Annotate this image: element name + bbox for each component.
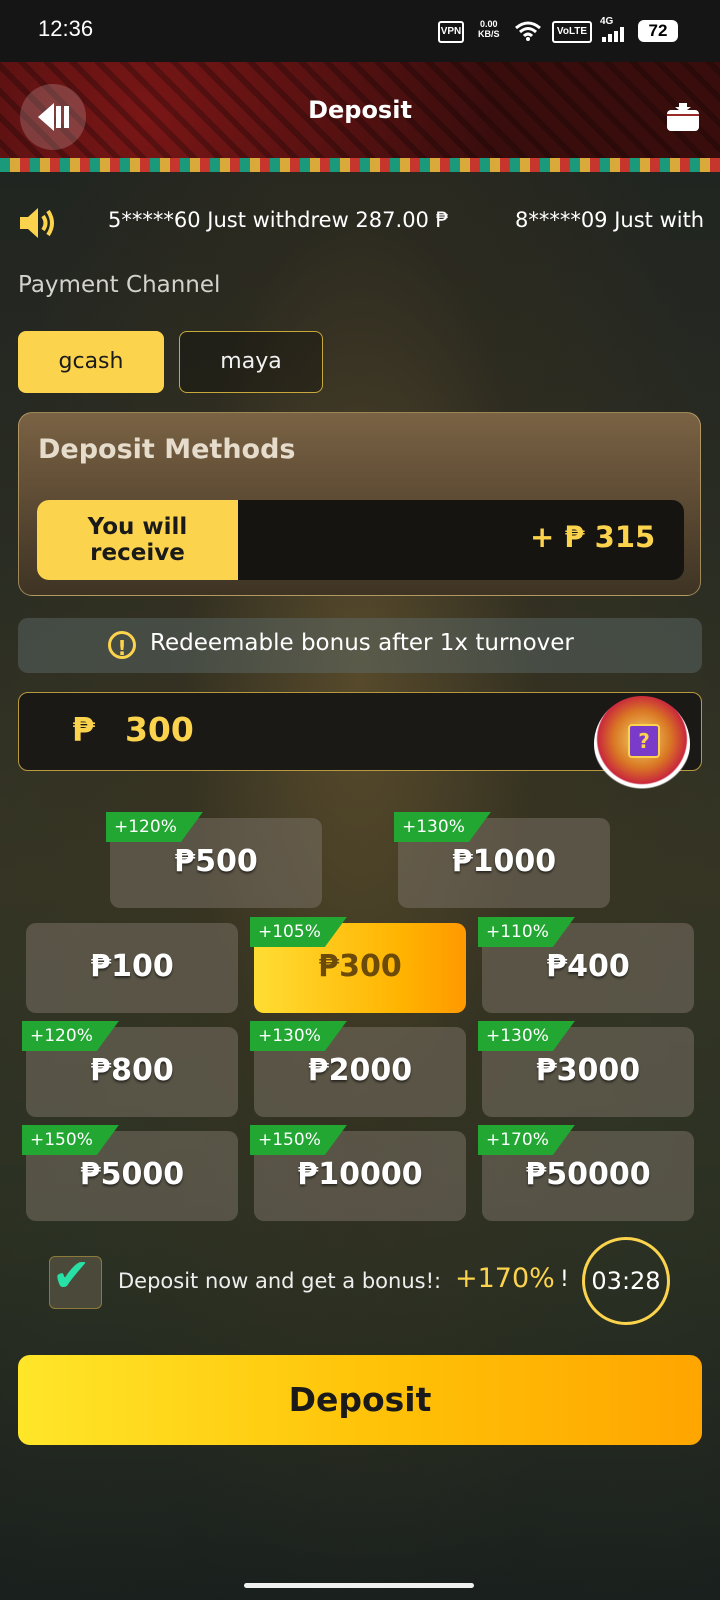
amount-number: 300 bbox=[124, 710, 194, 749]
tile-amount: ₱5000 bbox=[79, 1157, 185, 1192]
amount-tile[interactable]: +120% ₱500 bbox=[110, 818, 322, 908]
tile-bonus-badge: +130% bbox=[250, 1021, 347, 1051]
wifi-icon bbox=[515, 21, 541, 41]
tile-bonus-badge: +150% bbox=[22, 1125, 119, 1155]
ticker-item: 5*****60 Just withdrew 287.00 ₱ bbox=[108, 208, 449, 232]
vpn-indicator: VPN bbox=[438, 21, 464, 43]
tile-amount: ₱100 bbox=[90, 949, 174, 984]
amount-tile[interactable]: +170% ₱50000 bbox=[482, 1131, 694, 1221]
amount-tile[interactable]: +130% ₱2000 bbox=[254, 1027, 466, 1117]
amount-currency: ₱ bbox=[72, 710, 95, 749]
volte-indicator: VoLTE bbox=[552, 21, 592, 43]
speaker-icon bbox=[20, 208, 54, 238]
bonus-percent: +170% bbox=[455, 1263, 555, 1294]
tile-amount: ₱400 bbox=[546, 949, 630, 984]
warning-icon: ! bbox=[108, 631, 136, 660]
battery-indicator: 72 bbox=[638, 20, 678, 42]
tile-bonus-badge: +150% bbox=[250, 1125, 347, 1155]
amount-value[interactable]: ₱ 300 bbox=[72, 710, 194, 749]
channel-maya[interactable]: maya bbox=[179, 331, 323, 393]
tile-amount: ₱300 bbox=[318, 949, 402, 984]
channel-gcash[interactable]: gcash bbox=[18, 331, 164, 393]
back-arrow-icon bbox=[38, 103, 69, 131]
receive-label-line1: You will bbox=[87, 514, 188, 540]
tile-amount: ₱3000 bbox=[535, 1053, 641, 1088]
deposit-button[interactable]: Deposit bbox=[18, 1355, 702, 1445]
tile-bonus-badge: +130% bbox=[394, 812, 491, 842]
amount-tile[interactable]: +120% ₱800 bbox=[26, 1027, 238, 1117]
amount-tile[interactable]: +110% ₱400 bbox=[482, 923, 694, 1013]
home-indicator[interactable] bbox=[244, 1583, 474, 1588]
tile-amount: ₱50000 bbox=[525, 1157, 651, 1192]
receive-label: You will receive bbox=[37, 500, 238, 580]
status-time: 12:36 bbox=[38, 16, 94, 41]
bonus-offer-text: Deposit now and get a bonus!: bbox=[118, 1269, 442, 1293]
header-pattern-stripe bbox=[0, 158, 720, 172]
network-speed-unit: KB/S bbox=[478, 29, 500, 39]
payment-channel-label: Payment Channel bbox=[18, 272, 221, 298]
ticker-item: 8*****09 Just withd bbox=[514, 208, 704, 232]
tile-bonus-badge: +105% bbox=[250, 917, 347, 947]
tile-amount: ₱10000 bbox=[297, 1157, 423, 1192]
tile-amount: ₱1000 bbox=[451, 844, 557, 879]
page-title: Deposit bbox=[308, 96, 412, 124]
amount-tile[interactable]: +150% ₱5000 bbox=[26, 1131, 238, 1221]
chest-question-mark: ? bbox=[628, 724, 660, 758]
amount-tile[interactable]: +150% ₱10000 bbox=[254, 1131, 466, 1221]
tile-bonus-badge: +110% bbox=[478, 917, 575, 947]
checkmark-icon[interactable]: ✔ bbox=[52, 1248, 91, 1302]
amount-tile-selected[interactable]: +105% ₱300 bbox=[254, 923, 466, 1013]
network-speed-value: 0.00 bbox=[479, 19, 498, 29]
receive-amount: + ₱ 315 bbox=[530, 520, 656, 554]
tile-bonus-badge: +130% bbox=[478, 1021, 575, 1051]
wallet-icon[interactable] bbox=[666, 102, 700, 132]
bonus-notice-text: Redeemable bonus after 1x turnover bbox=[150, 630, 574, 656]
tile-amount: ₱500 bbox=[174, 844, 258, 879]
amount-tile[interactable]: +130% ₱1000 bbox=[398, 818, 610, 908]
bonus-suffix: ! bbox=[560, 1267, 569, 1292]
deposit-methods-title: Deposit Methods bbox=[38, 434, 296, 465]
tile-bonus-badge: +170% bbox=[478, 1125, 575, 1155]
withdrawal-ticker: 5*****60 Just withdrew 287.00 ₱ 8*****09 … bbox=[108, 208, 704, 240]
back-button[interactable] bbox=[20, 84, 86, 150]
amount-tile[interactable]: +130% ₱3000 bbox=[482, 1027, 694, 1117]
signal-icon bbox=[602, 27, 624, 42]
tile-amount: ₱800 bbox=[90, 1053, 174, 1088]
receive-label-line2: receive bbox=[90, 540, 185, 566]
tile-bonus-badge: +120% bbox=[106, 812, 203, 842]
countdown-timer: 03:28 bbox=[582, 1237, 670, 1325]
network-speed: 0.00 KB/S bbox=[478, 19, 500, 39]
amount-tile[interactable]: ₱100 bbox=[26, 923, 238, 1013]
tile-amount: ₱2000 bbox=[307, 1053, 413, 1088]
tile-bonus-badge: +120% bbox=[22, 1021, 119, 1051]
